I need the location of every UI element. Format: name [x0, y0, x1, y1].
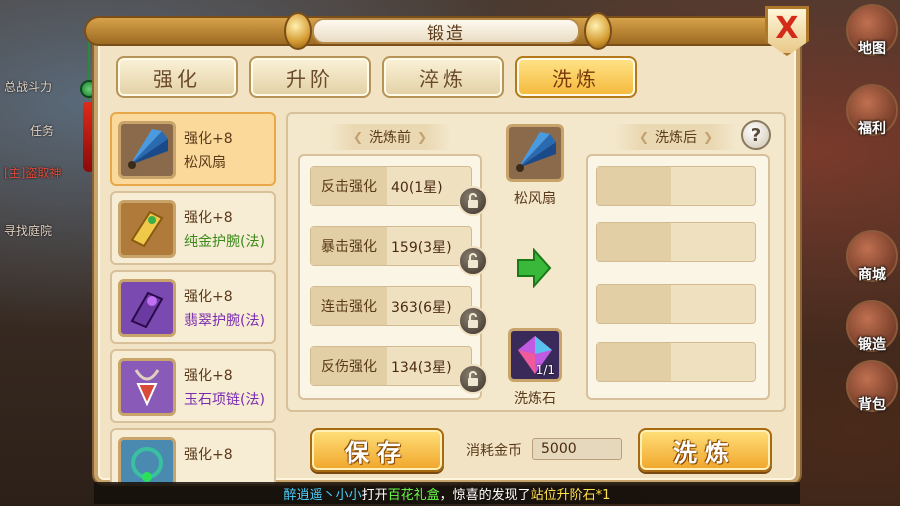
lock-icon[interactable] — [458, 306, 488, 336]
stat-label: 反击强化 — [311, 167, 387, 205]
lock-icon[interactable] — [458, 186, 488, 216]
tab-refine[interactable]: 洗炼 — [515, 56, 637, 98]
stat-row: 反伤强化 134(3星) — [310, 346, 472, 386]
stat-value: 134(3星) — [391, 360, 452, 376]
refine-button[interactable]: 洗炼 — [638, 428, 772, 472]
help-icon: ? — [750, 124, 762, 146]
necklace-icon — [118, 437, 176, 484]
fan-icon — [118, 121, 176, 179]
map-button[interactable]: 地图 — [846, 4, 898, 57]
after-stat-slot — [596, 284, 756, 324]
quest-entry[interactable]: [主]盗取神 — [4, 164, 61, 181]
stat-row: 连击强化 363(6星) — [310, 286, 472, 326]
shop-button[interactable]: 商城 — [846, 230, 898, 283]
after-stat-slot — [596, 222, 756, 262]
arrow-right-icon — [516, 247, 552, 292]
stat-value: 363(6星) — [391, 300, 452, 316]
item-name: 玉石项链(法) — [184, 392, 265, 408]
lock-icon[interactable] — [458, 364, 488, 394]
stat-label: 暴击强化 — [311, 227, 387, 265]
selected-item-name: 松风扇 — [514, 191, 556, 207]
stat-row: 反击强化 40(1星) — [310, 166, 472, 206]
list-item[interactable]: 强化+8 玉石项链(法) — [110, 349, 276, 423]
bag-button[interactable]: 背包 — [846, 360, 898, 413]
quest-button[interactable]: 任务 — [30, 122, 54, 139]
stat-row: 暴击强化 159(3星) — [310, 226, 472, 266]
chat-item[interactable]: 百花礼盒 — [388, 484, 440, 503]
window-title: 锻造 — [312, 18, 580, 44]
cost-label: 消耗金币 — [466, 443, 522, 459]
tab-strengthen[interactable]: 强化 — [116, 56, 238, 98]
stat-label: 反伤强化 — [311, 347, 387, 385]
stat-value: 40(1星) — [391, 180, 443, 196]
after-stat-slot — [596, 342, 756, 382]
fan-icon[interactable] — [506, 124, 564, 182]
item-name: 纯金护腕(法) — [184, 234, 265, 250]
list-item[interactable]: 强化+8 — [110, 428, 276, 484]
gem-icon[interactable]: 1/1 — [508, 328, 562, 382]
welfare-button[interactable]: 福利 — [846, 84, 898, 137]
cost-value: 5000 — [532, 438, 622, 460]
item-name: 松风扇 — [184, 155, 226, 171]
bracer-icon — [118, 200, 176, 258]
close-icon: X — [775, 11, 799, 46]
help-button[interactable]: ? — [741, 120, 771, 150]
chat-text: 打开 — [361, 487, 388, 503]
title-knob-right — [584, 12, 612, 50]
list-item[interactable]: 强化+8 纯金护腕(法) — [110, 191, 276, 265]
system-chat-bar[interactable]: 醉逍遥丶小小 打开 百花礼盒 ，惊喜的发现了 站位升阶石*1 — [94, 482, 800, 504]
quest-detail: 寻找庭院 — [4, 224, 53, 238]
list-item[interactable]: 强化+8 松风扇 — [110, 112, 276, 186]
item-level: 强化+8 — [184, 289, 233, 305]
after-header: 洗炼后 — [616, 124, 736, 150]
item-name: 翡翠护腕(法) — [184, 313, 265, 329]
title-knob-left — [284, 12, 312, 50]
chat-reward[interactable]: 站位升阶石*1 — [531, 484, 611, 503]
item-level: 强化+8 — [184, 210, 233, 226]
forge-button[interactable]: 锻造 — [846, 300, 898, 353]
stone-count: 1/1 — [535, 363, 555, 377]
necklace-icon — [118, 358, 176, 416]
before-header: 洗炼前 — [330, 124, 450, 150]
tab-upgrade[interactable]: 升阶 — [249, 56, 371, 98]
list-item[interactable]: 强化+8 翡翠护腕(法) — [110, 270, 276, 344]
chat-text: ，惊喜的发现了 — [439, 487, 531, 503]
save-button[interactable]: 保存 — [310, 428, 444, 472]
chat-player[interactable]: 醉逍遥丶小小 — [284, 484, 362, 503]
stat-value: 159(3星) — [391, 240, 452, 256]
refine-stone-name: 洗炼石 — [514, 391, 556, 407]
item-level: 强化+8 — [184, 368, 233, 384]
after-stat-slot — [596, 166, 756, 206]
stat-label: 连击强化 — [311, 287, 387, 325]
equipment-list[interactable]: 强化+8 松风扇 强化+8 纯金护腕(法) 强化+8 翡翠护腕(法) 强化+8 … — [110, 112, 278, 484]
item-level: 强化+8 — [184, 447, 233, 463]
lock-icon[interactable] — [458, 246, 488, 276]
bracer-icon — [118, 279, 176, 337]
combat-power-label: 总战斗力 — [4, 80, 53, 94]
item-level: 强化+8 — [184, 131, 233, 147]
tab-temper[interactable]: 淬炼 — [382, 56, 504, 98]
